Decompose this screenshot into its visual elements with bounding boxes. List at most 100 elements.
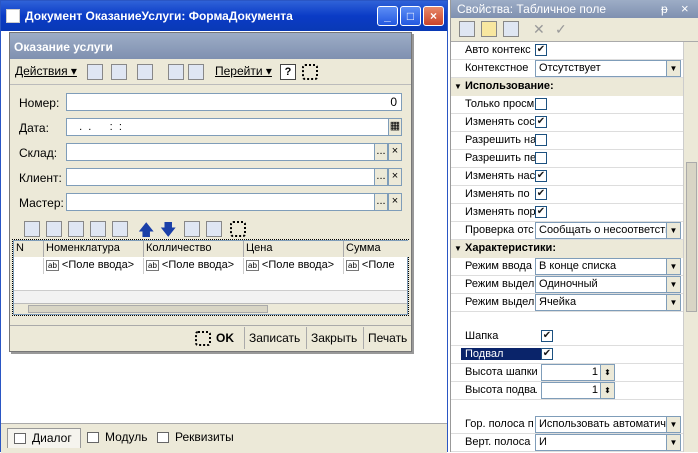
chevron-down-icon[interactable]: ▼	[666, 295, 680, 310]
property-row[interactable]: Изменять нас ✔	[451, 168, 683, 186]
properties-scrollbar-thumb[interactable]	[686, 162, 697, 312]
column-header-price[interactable]: Цена	[244, 241, 344, 257]
collapse-icon[interactable]: ▼	[454, 244, 462, 253]
checkbox[interactable]: ✔	[535, 44, 547, 56]
property-value[interactable]	[535, 150, 683, 167]
unpost-icon[interactable]	[188, 64, 204, 80]
table-placeholder-icon[interactable]	[230, 221, 246, 237]
checkbox[interactable]: ✔	[535, 116, 547, 128]
maximize-button[interactable]: □	[400, 6, 421, 26]
save-button[interactable]: Записать	[244, 327, 304, 349]
property-row[interactable]: Гор. полоса п Использовать автоматически ▼	[451, 416, 683, 434]
placeholder-icon[interactable]	[302, 64, 318, 80]
chevron-down-icon[interactable]: ▼	[666, 417, 680, 432]
dropdown[interactable]: Отсутствует ▼	[535, 60, 681, 77]
master-select-button[interactable]: ...	[374, 193, 388, 211]
chevron-down-icon[interactable]: ▼	[666, 435, 680, 450]
property-value[interactable]	[535, 96, 683, 113]
dropdown[interactable]: Сообщать о несоответствии ▼	[535, 222, 681, 239]
property-row[interactable]: Контекстное Отсутствует ▼	[451, 60, 683, 78]
actions-menu[interactable]: Действия ▾	[15, 64, 77, 82]
property-row[interactable]: Изменять по ✔	[451, 186, 683, 204]
sort-asc-icon[interactable]	[184, 221, 200, 237]
column-header-sum[interactable]: Сумма	[344, 241, 409, 257]
property-row[interactable]: Изменять сос ✔	[451, 114, 683, 132]
dropdown[interactable]: Ячейка ▼	[535, 294, 681, 311]
property-row[interactable]: Верт. полоса И ▼	[451, 434, 683, 452]
property-value[interactable]: Использовать автоматически ▼	[535, 416, 683, 433]
checkbox[interactable]: ✔	[535, 206, 547, 218]
goto-menu[interactable]: Перейти ▾	[215, 64, 272, 82]
refresh-icon[interactable]	[111, 64, 127, 80]
tab-dialog[interactable]: Диалог	[7, 428, 81, 448]
spin-arrows-icon[interactable]: ⬍	[600, 365, 614, 380]
properties-scrollbar[interactable]	[683, 42, 698, 452]
calendar-icon[interactable]: ▦	[388, 118, 402, 136]
collapse-icon[interactable]: ▼	[454, 82, 462, 91]
dropdown[interactable]: Использовать автоматически ▼	[535, 416, 681, 433]
property-value[interactable]: ✔	[535, 346, 683, 363]
checkbox[interactable]: ✔	[535, 170, 547, 182]
date-input[interactable]: . . : :	[66, 118, 389, 136]
column-header-quantity[interactable]: Колличество	[144, 241, 244, 257]
close-button[interactable]: ×	[423, 6, 444, 26]
categories-icon[interactable]	[481, 21, 497, 37]
property-row[interactable]: Режим ввода В конце списка ▼	[451, 258, 683, 276]
delete-row-icon[interactable]	[90, 221, 106, 237]
column-header-n[interactable]: N	[14, 241, 44, 257]
warehouse-input[interactable]	[66, 143, 375, 161]
property-value[interactable]: ✔	[535, 328, 683, 345]
master-clear-button[interactable]: ×	[388, 193, 402, 211]
main-title-bar[interactable]: Документ ОказаниеУслуги: ФормаДокумента …	[1, 1, 447, 31]
property-value[interactable]: ✔	[535, 186, 683, 203]
print-button[interactable]: Печать	[363, 327, 411, 349]
table-cell-nomenclature[interactable]: ab <Поле ввода>	[44, 258, 144, 274]
property-value[interactable]: 1 ⬍	[535, 364, 683, 381]
property-row[interactable]: Высота шапки 1 ⬍	[451, 364, 683, 382]
dropdown[interactable]: И ▼	[535, 434, 681, 451]
ok-button[interactable]: OK	[212, 327, 238, 349]
minimize-button[interactable]: _	[377, 6, 398, 26]
number-input[interactable]: 0	[66, 93, 402, 111]
property-row[interactable]: Изменять пор ✔	[451, 204, 683, 222]
checkbox[interactable]	[535, 152, 547, 164]
property-value[interactable]: ✔	[535, 114, 683, 131]
property-row[interactable]: Разрешить пе	[451, 150, 683, 168]
form-designer[interactable]: Оказание услуги Действия ▾ Перейти ▾ ? Н…	[9, 32, 412, 352]
warehouse-clear-button[interactable]: ×	[388, 143, 402, 161]
property-row[interactable]: Шапка ✔	[451, 328, 683, 346]
sort-alpha-icon[interactable]	[459, 21, 475, 37]
property-value[interactable]: Ячейка ▼	[535, 294, 683, 311]
section-characteristics[interactable]: ▼ Характеристики:	[451, 240, 683, 258]
property-row[interactable]: Режим выдел Ячейка ▼	[451, 294, 683, 312]
tab-requisites[interactable]: Реквизиты	[151, 428, 242, 448]
back-arrow-icon[interactable]	[87, 64, 103, 80]
property-value[interactable]: Одиночный ▼	[535, 276, 683, 293]
spin-input[interactable]: 1 ⬍	[541, 382, 615, 399]
property-value[interactable]: ✔	[535, 42, 683, 59]
properties-close-button[interactable]: ×	[681, 1, 689, 16]
property-value[interactable]: И ▼	[535, 434, 683, 451]
checkbox[interactable]	[535, 98, 547, 110]
property-row[interactable]: Высота подвала 1⬍	[451, 382, 683, 400]
horizontal-scrollbar[interactable]	[14, 303, 407, 314]
property-row[interactable]: Подвал ✔	[451, 346, 683, 364]
scrollbar-thumb[interactable]	[28, 305, 268, 313]
table-cell-n[interactable]	[14, 258, 44, 274]
section-usage[interactable]: ▼ Использование:	[451, 78, 683, 96]
edit-row-icon[interactable]	[68, 221, 84, 237]
property-row[interactable]: Разрешить на	[451, 132, 683, 150]
apply-icon[interactable]: ✓	[555, 21, 567, 38]
sort-desc-icon[interactable]	[206, 221, 222, 237]
master-input[interactable]	[66, 193, 375, 211]
transfer-icon[interactable]	[137, 64, 153, 80]
end-edit-icon[interactable]	[112, 221, 128, 237]
chevron-down-icon[interactable]: ▼	[666, 277, 680, 292]
chevron-down-icon[interactable]: ▼	[666, 223, 680, 238]
spin-arrows-icon[interactable]: ⬍	[600, 383, 614, 398]
properties-title-bar[interactable]: Свойства: Табличное поле ᵽ ×	[451, 0, 698, 18]
table-cell-price[interactable]: ab <Поле ввода>	[244, 258, 344, 274]
dropdown[interactable]: Одиночный ▼	[535, 276, 681, 293]
tab-module[interactable]: Модуль	[81, 428, 156, 448]
client-input[interactable]	[66, 168, 375, 186]
